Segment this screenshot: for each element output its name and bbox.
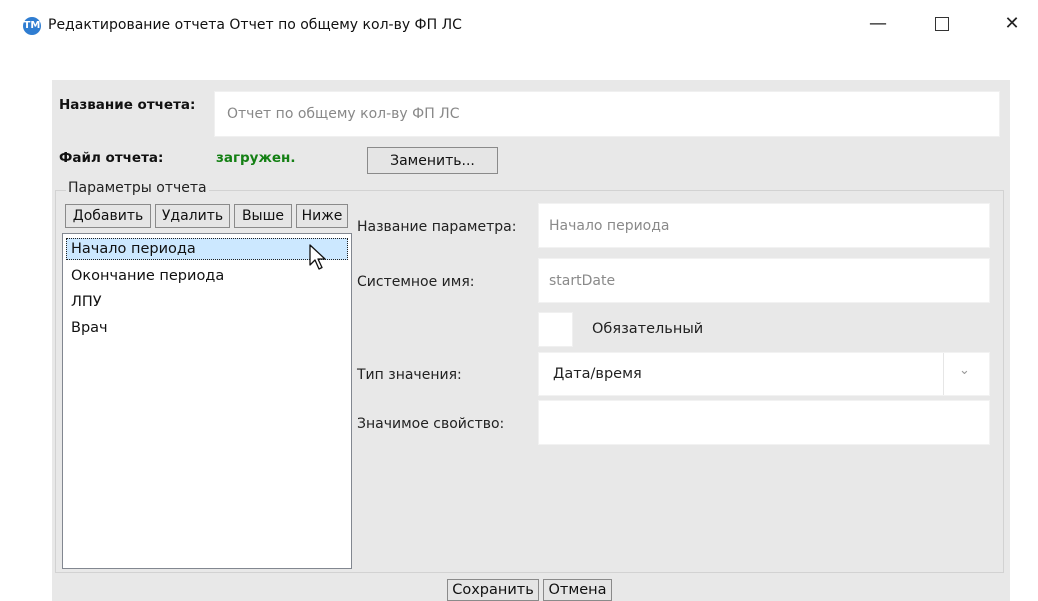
cancel-button[interactable]: Отмена <box>543 579 612 601</box>
value-type-select[interactable]: Дата/время ⌄ <box>538 352 990 396</box>
maximize-icon <box>935 17 949 31</box>
significant-prop-input[interactable] <box>538 400 990 445</box>
params-group-title: Параметры отчета <box>66 180 209 196</box>
close-button[interactable]: ✕ <box>992 8 1032 40</box>
param-name-label: Название параметра: <box>357 219 517 235</box>
param-name-input[interactable]: Начало периода <box>538 203 990 248</box>
list-item[interactable]: ЛПУ <box>69 291 102 313</box>
report-file-label: Файл отчета: <box>59 150 164 166</box>
list-item[interactable]: Начало периода <box>66 238 348 260</box>
file-status: загружен. <box>216 150 296 166</box>
add-param-button[interactable]: Добавить <box>65 204 151 228</box>
save-button[interactable]: Сохранить <box>447 579 539 601</box>
title-bar: ТМ Редактирование отчета Отчет по общему… <box>0 0 1038 44</box>
system-name-input[interactable]: startDate <box>538 258 990 303</box>
required-label: Обязательный <box>592 321 704 337</box>
significant-prop-label: Значимое свойство: <box>357 416 505 432</box>
app-icon: ТМ <box>23 17 41 35</box>
value-type-label: Тип значения: <box>357 367 462 383</box>
list-item[interactable]: Окончание периода <box>69 265 224 287</box>
report-name-input[interactable]: Отчет по общему кол-ву ФП ЛС <box>214 91 1000 137</box>
chevron-down-icon[interactable]: ⌄ <box>959 363 970 378</box>
combo-divider <box>943 353 944 395</box>
report-name-label: Название отчета: <box>59 97 196 113</box>
maximize-button[interactable] <box>922 8 962 40</box>
replace-file-button[interactable]: Заменить... <box>367 147 498 174</box>
required-checkbox[interactable] <box>538 312 573 347</box>
move-down-button[interactable]: Ниже <box>296 204 348 228</box>
params-list[interactable]: Начало периода Окончание периода ЛПУ Вра… <box>62 233 352 569</box>
delete-param-button[interactable]: Удалить <box>155 204 230 228</box>
minimize-button[interactable]: — <box>858 8 898 40</box>
window-title: Редактирование отчета Отчет по общему ко… <box>48 17 462 33</box>
system-name-label: Системное имя: <box>357 274 475 290</box>
list-item[interactable]: Врач <box>69 317 108 339</box>
move-up-button[interactable]: Выше <box>234 204 292 228</box>
mouse-cursor-icon <box>309 244 326 270</box>
value-type-selected: Дата/время <box>553 366 642 382</box>
